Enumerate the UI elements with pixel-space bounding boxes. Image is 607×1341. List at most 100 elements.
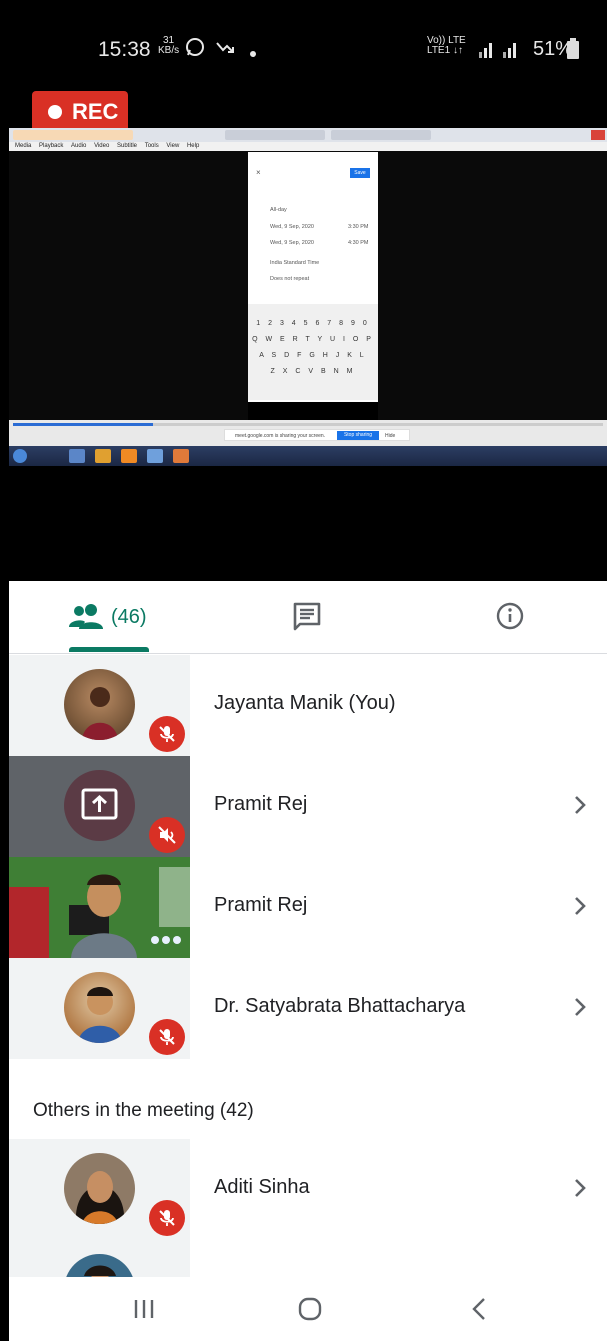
battery-icon	[567, 38, 579, 59]
kb-row: Z X C V B N M	[270, 368, 356, 375]
chevron-right-icon[interactable]	[573, 794, 587, 816]
participant-name: Aditi Sinha	[214, 1176, 310, 1198]
hide-button: Hide	[385, 433, 396, 439]
participant-thumbnail	[9, 1240, 190, 1277]
presentation-video[interactable]: REC Media Playback Audio Video Subtitle …	[9, 89, 607, 581]
phone-end-time: 4:30 PM	[348, 240, 369, 246]
taskbar-app-icon	[121, 449, 137, 463]
shared-menu-item: Video	[94, 143, 110, 149]
shared-tab	[331, 130, 431, 140]
people-count: (46)	[111, 606, 147, 628]
network-speed: 31 KB/s	[158, 36, 179, 56]
avatar	[64, 1153, 135, 1224]
info-icon	[496, 602, 524, 630]
shared-screen: Media Playback Audio Video Subtitle Tool…	[9, 128, 607, 466]
status-bar: 15:38 31 KB/s Vo)) LTE LTE1 ↓↑ 51%	[9, 9, 607, 89]
tab-info[interactable]	[495, 601, 525, 636]
status-time: 15:38	[98, 38, 151, 61]
participant-thumbnail	[9, 655, 190, 756]
back-icon[interactable]	[469, 1296, 489, 1322]
participant-row[interactable]: Pramit Rej	[9, 756, 607, 857]
phone-timezone: India Standard Time	[270, 260, 320, 266]
participant-video	[9, 857, 190, 958]
participant-row[interactable]: Dr. Satyabrata Bhattacharya	[9, 958, 607, 1059]
participant-thumbnail	[9, 1139, 190, 1240]
mic-off-icon	[149, 1200, 185, 1236]
shared-menu-item: Subtitle	[117, 143, 138, 149]
participant-row[interactable]: Aditi Sinha	[9, 1139, 607, 1240]
phone-save-button: Save	[350, 168, 370, 178]
shared-menu-item: Media	[15, 143, 32, 149]
record-dot-icon	[48, 105, 62, 119]
chevron-right-icon[interactable]	[573, 895, 587, 917]
phone-screen: 15:38 31 KB/s Vo)) LTE LTE1 ↓↑ 51% REC M…	[9, 9, 607, 1341]
whatsapp-icon	[185, 37, 205, 63]
network-type-bottom: LTE1 ↓↑	[427, 45, 463, 56]
avatar	[64, 669, 135, 740]
shared-menu-item: View	[166, 143, 180, 149]
shared-menu-item: Audio	[71, 143, 87, 149]
signal-strength-icon	[477, 40, 529, 63]
shared-tab	[225, 130, 325, 140]
participant-row[interactable]	[9, 1240, 607, 1277]
media-progress-bar	[13, 423, 603, 426]
participant-name: Pramit Rej	[214, 894, 308, 916]
shared-phone-screen: × Save All-day Wed, 9 Sep, 2020 3:30 PM …	[248, 152, 378, 420]
tab-chat[interactable]	[291, 601, 323, 636]
shared-menu-item: Tools	[144, 143, 159, 149]
close-icon	[591, 130, 605, 140]
participant-thumbnail	[9, 756, 190, 857]
meeting-tab-bar: (46)	[9, 581, 607, 654]
participant-row[interactable]: Jayanta Manik (You)	[9, 655, 607, 756]
people-icon	[69, 604, 103, 629]
mic-off-icon	[149, 716, 185, 752]
taskbar-app-icon	[95, 449, 111, 463]
notification-dot-icon	[249, 42, 257, 64]
network-type: Vo)) LTE LTE1 ↓↑	[427, 36, 466, 56]
network-speed-unit: KB/s	[158, 45, 180, 56]
windows-taskbar	[9, 446, 607, 466]
more-options-icon	[151, 931, 184, 949]
share-notice-text: meet.google.com is sharing your screen.	[235, 433, 326, 439]
avatar	[64, 1254, 135, 1277]
shared-window-titlebar	[9, 128, 607, 142]
chat-icon	[293, 602, 321, 631]
shared-menu-item: Help	[186, 143, 200, 149]
close-icon: ×	[256, 168, 261, 177]
taskbar-app-icon	[147, 449, 163, 463]
recording-label: REC	[72, 99, 119, 124]
mic-off-icon	[149, 1019, 185, 1055]
taskbar-app-icon	[173, 449, 189, 463]
chevron-right-icon[interactable]	[573, 1177, 587, 1199]
shared-menu-item: Playback	[39, 143, 64, 149]
participant-thumbnail	[9, 958, 190, 1059]
kb-row: Q W E R T Y U I O P	[252, 336, 374, 343]
kb-row: A S D F G H J K L	[259, 352, 367, 359]
shared-tab	[13, 130, 133, 140]
phone-start-time: 3:30 PM	[348, 224, 369, 230]
recent-apps-icon[interactable]	[131, 1297, 157, 1321]
system-navigation-bar	[9, 1277, 607, 1341]
phone-all-day: All-day	[270, 207, 287, 213]
kb-row: 1 2 3 4 5 6 7 8 9 0	[256, 320, 370, 327]
recording-badge: REC	[32, 91, 128, 133]
phone-end-date: Wed, 9 Sep, 2020	[270, 240, 314, 246]
present-screen-icon	[81, 788, 118, 820]
shared-menubar: Media Playback Audio Video Subtitle Tool…	[9, 142, 607, 151]
phone-nav-bar	[248, 402, 378, 420]
media-player-controls: meet.google.com is sharing your screen. …	[9, 420, 607, 446]
start-icon	[13, 449, 27, 463]
present-screen-avatar	[64, 770, 135, 841]
participant-name: Dr. Satyabrata Bhattacharya	[214, 995, 466, 1017]
missed-call-icon	[215, 37, 235, 63]
others-section-title: Others in the meeting (42)	[33, 1100, 254, 1121]
participant-row[interactable]: Pramit Rej	[9, 857, 607, 958]
stop-sharing-button: Stop sharing	[337, 431, 379, 440]
home-icon[interactable]	[297, 1296, 323, 1322]
participant-name: Pramit Rej	[214, 793, 308, 815]
chevron-right-icon[interactable]	[573, 996, 587, 1018]
phone-repeat: Does not repeat	[270, 276, 310, 282]
participant-list[interactable]: Jayanta Manik (You) Pramit Rej Pramit Re…	[9, 655, 607, 1277]
active-tab-indicator	[69, 647, 149, 652]
volume-off-icon	[149, 817, 185, 853]
